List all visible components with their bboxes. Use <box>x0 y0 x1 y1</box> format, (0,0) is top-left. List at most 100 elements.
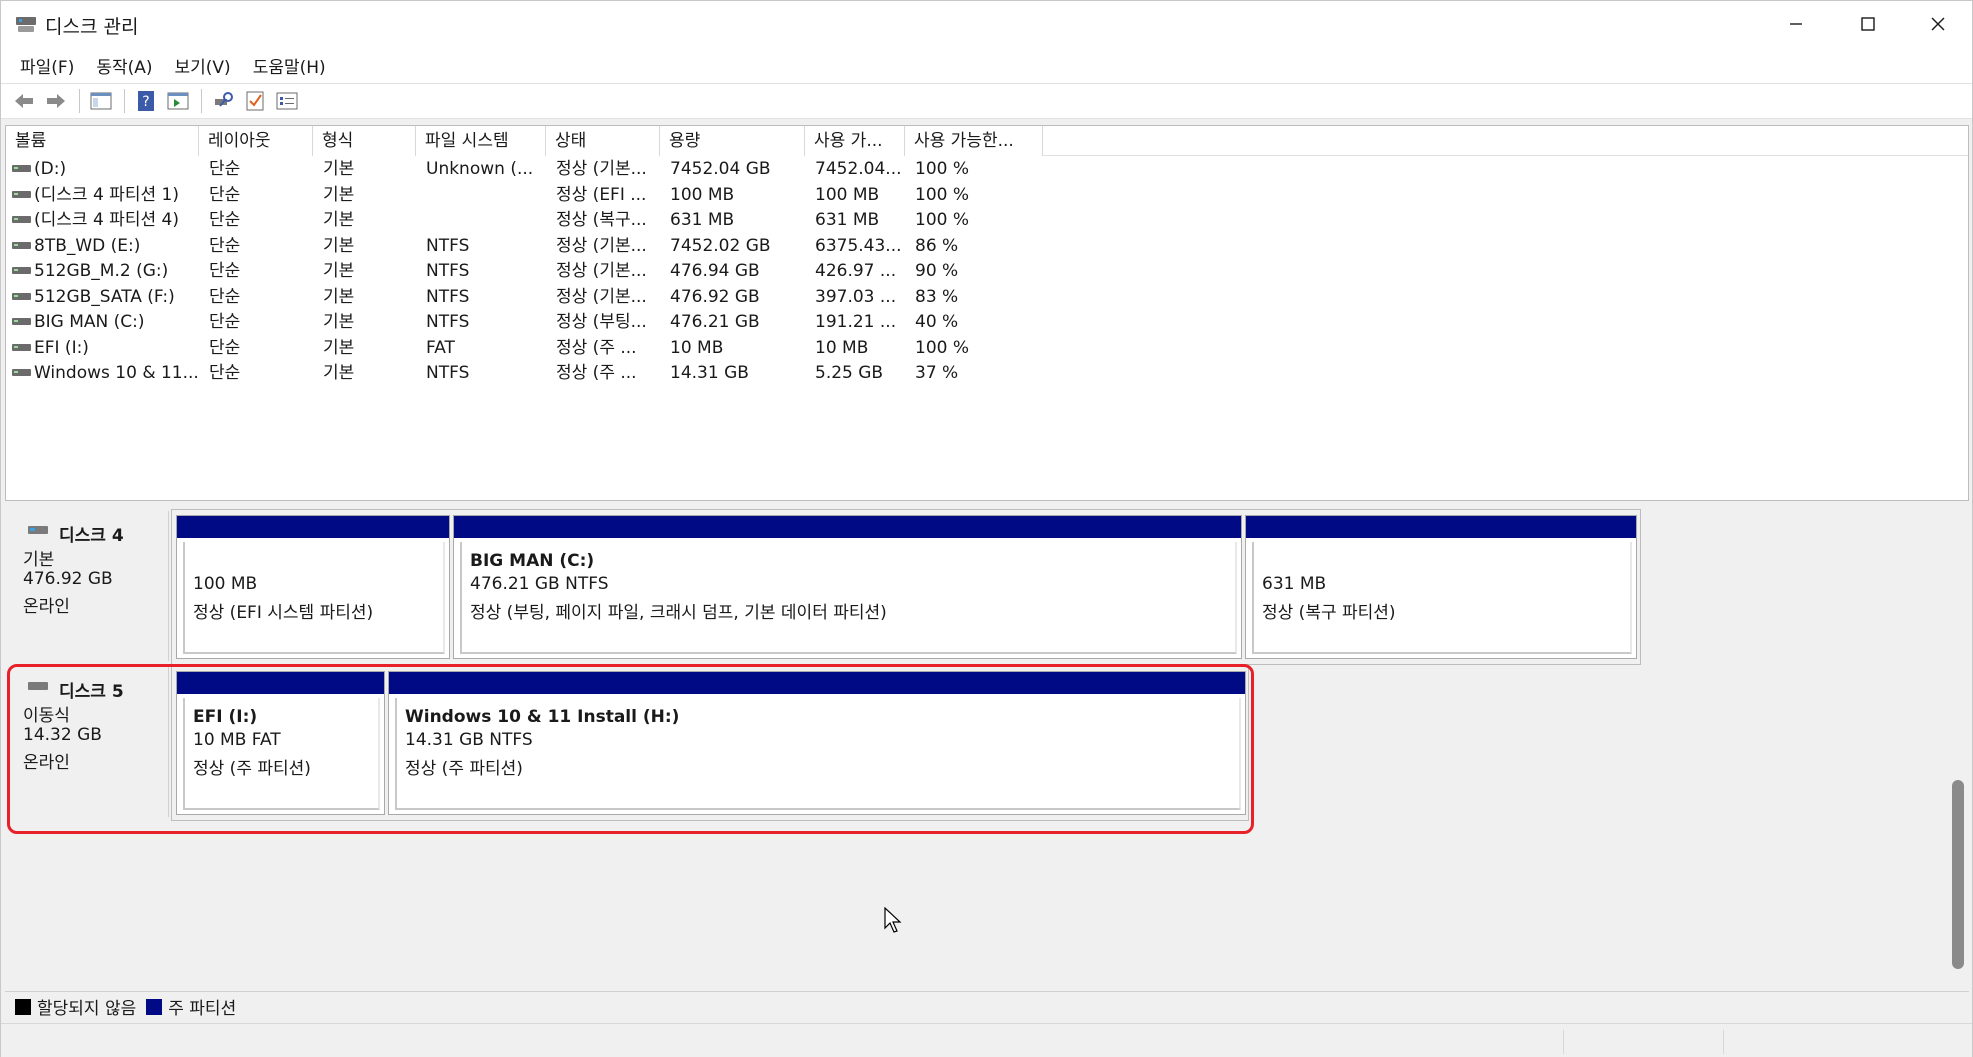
forward-arrow-icon <box>47 94 65 108</box>
legend-label-primary: 주 파티션 <box>168 999 237 1019</box>
scrollbar-thumb[interactable] <box>1952 780 1964 969</box>
menu-bar: 파일(F) 동작(A) 보기(V) 도움말(H) <box>1 47 1972 83</box>
partition-size: 476.21 GB NTFS <box>470 574 609 594</box>
volume-row[interactable]: (디스크 4 파티션 4) 단순 기본 정상 (복구... 631 MB 631 MB 10… <box>6 208 1968 234</box>
properties-button[interactable] <box>272 86 302 116</box>
cell-type: 기본 <box>323 337 355 358</box>
checklist-button[interactable] <box>240 86 270 116</box>
column-header-percent-free[interactable]: 사용 가능한... <box>905 126 1043 156</box>
cell-layout: 단순 <box>209 312 241 332</box>
partition-status: 정상 (복구 파티션) <box>1262 603 1396 623</box>
cell-capacity: 631 MB <box>670 210 735 230</box>
cell-volume: (D:) <box>34 159 67 179</box>
column-header-filesystem[interactable]: 파일 시스템 <box>416 126 546 156</box>
cell-percent-free: 40 % <box>915 312 959 332</box>
volume-row[interactable]: 8TB_WD (E:) 단순 기본 NTFS 정상 (기본... 7452.02 GB 63… <box>6 234 1968 260</box>
volume-row[interactable]: (D:) 단순 기본 Unknown (... 정상 (기본... 7452.04 GB 7… <box>6 157 1968 183</box>
cell-percent-free: 86 % <box>915 235 959 256</box>
disk-graphical-view: 디스크 4 기본 476.92 GB 온라인 100 MB 정상 (EFI 시스… <box>5 507 1969 991</box>
partition-bar <box>177 516 449 538</box>
volume-row[interactable]: (디스크 4 파티션 1) 단순 기본 정상 (EFI ... 100 MB 100 MB… <box>6 183 1968 209</box>
cell-filesystem: NTFS <box>426 312 470 332</box>
back-button[interactable] <box>9 86 39 116</box>
disk-state: 온라인 <box>23 597 70 617</box>
volume-drive-icon <box>12 241 31 249</box>
minimize-button[interactable] <box>1761 1 1831 47</box>
volume-row[interactable]: Windows 10 & 11... 단순 기본 NTFS 정상 (주 ... 14.31… <box>6 361 1968 387</box>
volume-row[interactable]: BIG MAN (C:) 단순 기본 NTFS 정상 (부팅... 476.21 GB 19… <box>6 310 1968 336</box>
volume-drive-icon <box>12 216 31 223</box>
mouse-cursor-icon <box>884 907 902 933</box>
column-header-status[interactable]: 상태 <box>546 126 660 156</box>
cell-filesystem: NTFS <box>426 235 470 256</box>
volume-row[interactable]: EFI (I:) 단순 기본 FAT 정상 (주 ... 10 MB 10 MB 100 % <box>6 336 1968 362</box>
back-arrow-icon <box>15 94 33 108</box>
partition-body: BIG MAN (C:) 476.21 GB NTFS 정상 (부팅, 페이지 … <box>460 542 1237 654</box>
menu-file[interactable]: 파일(F) <box>9 49 85 82</box>
cell-capacity: 14.31 GB <box>670 363 749 383</box>
cell-type: 기본 <box>323 261 355 281</box>
cell-free-space: 5.25 GB <box>815 363 884 383</box>
partition-efi-system[interactable]: 100 MB 정상 (EFI 시스템 파티션) <box>176 515 450 659</box>
column-header-type[interactable]: 형식 <box>313 126 416 156</box>
legend: 할당되지 않음 주 파티션 <box>5 991 1969 1021</box>
close-icon <box>1931 17 1945 31</box>
cell-capacity: 476.94 GB <box>670 261 760 281</box>
cell-type: 기본 <box>323 184 355 205</box>
menu-help[interactable]: 도움말(H) <box>242 49 337 82</box>
cell-type: 기본 <box>323 235 355 256</box>
cell-free-space: 631 MB <box>815 210 880 230</box>
cell-layout: 단순 <box>209 235 241 256</box>
cell-capacity: 476.92 GB <box>670 286 760 307</box>
volume-row[interactable]: 512GB_M.2 (G:) 단순 기본 NTFS 정상 (기본... 476.94 GB… <box>6 259 1968 285</box>
console-tree-button[interactable] <box>86 86 116 116</box>
cell-filesystem: NTFS <box>426 363 470 383</box>
maximize-button[interactable] <box>1833 1 1903 47</box>
cell-filesystem: Unknown (... <box>426 159 534 179</box>
properties-icon <box>276 92 298 110</box>
graphical-view-scrollbar[interactable] <box>1948 507 1966 969</box>
cell-capacity: 10 MB <box>670 337 724 358</box>
cell-free-space: 191.21 ... <box>815 312 897 332</box>
column-header-layout[interactable]: 레이아웃 <box>199 126 313 156</box>
cell-layout: 단순 <box>209 337 241 358</box>
volume-row[interactable]: 512GB_SATA (F:) 단순 기본 NTFS 정상 (기본... 476.92 G… <box>6 285 1968 311</box>
cell-capacity: 7452.02 GB <box>670 235 771 256</box>
menu-view[interactable]: 보기(V) <box>164 49 242 82</box>
rescan-button[interactable] <box>208 86 238 116</box>
partition-recovery[interactable]: 631 MB 정상 (복구 파티션) <box>1245 515 1637 659</box>
forward-button[interactable] <box>41 86 71 116</box>
status-divider <box>1563 1030 1564 1054</box>
checklist-icon <box>246 91 264 111</box>
cell-filesystem: FAT <box>426 337 455 358</box>
partition-big-man-c[interactable]: BIG MAN (C:) 476.21 GB NTFS 정상 (부팅, 페이지 … <box>453 515 1242 659</box>
rescan-icon <box>215 92 233 107</box>
cell-status: 정상 (주 ... <box>556 363 637 383</box>
close-button[interactable] <box>1903 1 1973 47</box>
volume-list[interactable]: 볼륨 레이아웃 형식 파일 시스템 상태 용량 사용 가... 사용 가능한..… <box>5 125 1969 501</box>
menu-action[interactable]: 동작(A) <box>85 49 163 82</box>
cell-layout: 단순 <box>209 261 241 281</box>
help-button[interactable]: ? <box>131 86 161 116</box>
partition-bar <box>1246 516 1636 538</box>
column-header-free-space[interactable]: 사용 가... <box>805 126 905 156</box>
partition-size: 100 MB <box>193 574 258 594</box>
status-divider <box>1723 1030 1724 1054</box>
cell-capacity: 100 MB <box>670 184 735 205</box>
partition-title: BIG MAN (C:) <box>470 551 595 571</box>
column-header-capacity[interactable]: 용량 <box>660 126 805 156</box>
cell-percent-free: 100 % <box>915 159 970 179</box>
disk-4-label[interactable]: 디스크 4 기본 476.92 GB 온라인 <box>9 511 169 661</box>
cell-type: 기본 <box>323 312 355 332</box>
cell-free-space: 100 MB <box>815 184 880 205</box>
maximize-icon <box>1861 17 1875 31</box>
column-header-volume[interactable]: 볼륨 <box>6 126 199 156</box>
toolbar-separator <box>79 89 80 113</box>
partition-body: 100 MB 정상 (EFI 시스템 파티션) <box>183 542 445 654</box>
window-title: 디스크 관리 <box>45 16 139 38</box>
toolbar: ? <box>1 83 1972 119</box>
action-pane-button[interactable] <box>163 86 193 116</box>
partition-status: 정상 (부팅, 페이지 파일, 크래시 덤프, 기본 데이터 파티션) <box>470 603 887 623</box>
cell-layout: 단순 <box>209 286 241 307</box>
disk-size: 476.92 GB <box>23 569 113 589</box>
